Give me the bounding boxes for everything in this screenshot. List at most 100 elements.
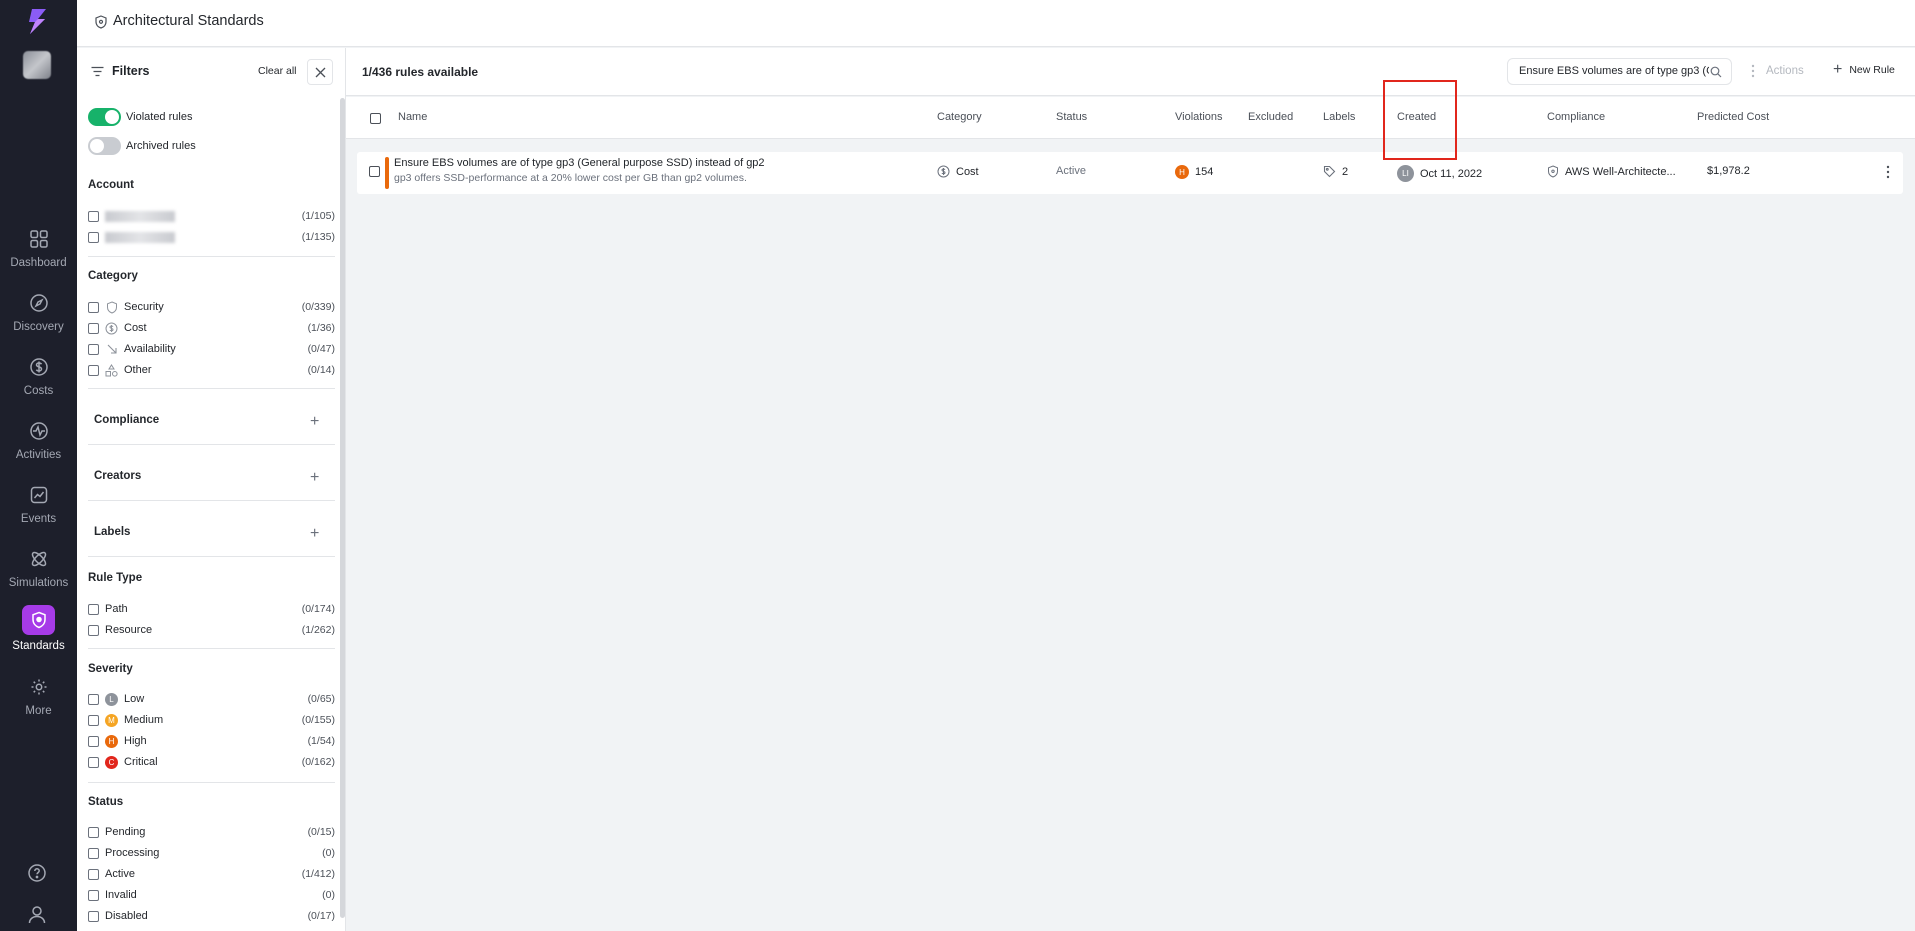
violated-rules-toggle[interactable]	[88, 108, 121, 126]
category-checkbox[interactable]	[88, 301, 99, 313]
nav-more[interactable]: More	[0, 674, 77, 717]
violated-rules-toggle-row[interactable]: Violated rules	[88, 108, 192, 126]
column-status[interactable]: Status	[1056, 111, 1087, 123]
row-checkbox[interactable]	[369, 166, 380, 177]
nav-costs[interactable]: Costs	[0, 354, 77, 397]
new-rule-button[interactable]: + New Rule	[1833, 62, 1895, 78]
expand-compliance-icon[interactable]: +	[310, 414, 319, 430]
nav-standards[interactable]: Standards	[0, 605, 77, 652]
severity-checkbox[interactable]	[88, 714, 99, 726]
status-checkbox[interactable]	[88, 847, 99, 859]
severity-filter-low[interactable]: L Low (0/65)	[88, 691, 335, 707]
category-filter-cost[interactable]: Cost (1/36)	[88, 320, 335, 336]
select-all-checkbox[interactable]	[370, 113, 381, 124]
status-filter-invalid[interactable]: Invalid (0)	[88, 887, 335, 903]
severity-count: (0/65)	[307, 693, 335, 705]
category-filter-other[interactable]: Other (0/14)	[88, 362, 335, 378]
filters-scrollbar[interactable]	[340, 98, 345, 918]
severity-filter-high[interactable]: H High (1/54)	[88, 733, 335, 749]
nav-events[interactable]: Events	[0, 482, 77, 525]
expand-labels-icon[interactable]: +	[310, 526, 319, 542]
nav-activities[interactable]: Activities	[0, 418, 77, 461]
more-vertical-icon[interactable]	[1751, 64, 1755, 78]
account-checkbox[interactable]	[88, 210, 99, 222]
archived-rules-toggle[interactable]	[88, 137, 121, 155]
nav-simulations-label: Simulations	[8, 577, 69, 589]
user-icon[interactable]	[26, 903, 48, 925]
severity-checkbox[interactable]	[88, 756, 99, 768]
close-icon	[315, 67, 325, 77]
column-labels[interactable]: Labels	[1323, 111, 1355, 123]
category-filter-availability[interactable]: Availability (0/47)	[88, 341, 335, 357]
nav-costs-label: Costs	[23, 385, 54, 397]
category-checkbox[interactable]	[88, 364, 99, 376]
table-row[interactable]: Ensure EBS volumes are of type gp3 (Gene…	[357, 152, 1903, 194]
rule-violations[interactable]: H 154	[1175, 165, 1213, 179]
category-label: Security	[124, 301, 164, 313]
status-filter-active[interactable]: Active (1/412)	[88, 866, 335, 882]
status-count: (0)	[322, 889, 335, 901]
status-checkbox[interactable]	[88, 868, 99, 880]
status-filter-disabled[interactable]: Disabled (0/17)	[88, 908, 335, 924]
archived-rules-toggle-row[interactable]: Archived rules	[88, 137, 196, 155]
severity-filter-critical[interactable]: C Critical (0/162)	[88, 754, 335, 770]
labels-section-title[interactable]: Labels	[94, 526, 130, 538]
compliance-section-title[interactable]: Compliance	[94, 414, 159, 426]
rule-type-checkbox[interactable]	[88, 624, 99, 636]
rule-type-label: Path	[105, 603, 128, 615]
rule-type-count: (1/262)	[301, 624, 335, 636]
severity-checkbox[interactable]	[88, 735, 99, 747]
severity-checkbox[interactable]	[88, 693, 99, 705]
category-checkbox[interactable]	[88, 322, 99, 334]
expand-creators-icon[interactable]: +	[310, 470, 319, 486]
rule-name[interactable]: Ensure EBS volumes are of type gp3 (Gene…	[394, 157, 765, 169]
account-name-redacted	[105, 210, 175, 222]
category-label: Other	[124, 364, 152, 376]
status-label: Pending	[105, 826, 146, 838]
account-checkbox[interactable]	[88, 231, 99, 243]
status-filter-pending[interactable]: Pending (0/15)	[88, 824, 335, 840]
help-icon[interactable]	[26, 862, 48, 884]
compliance-label: AWS Well-Architecte...	[1565, 165, 1676, 178]
nav-discovery[interactable]: Discovery	[0, 290, 77, 333]
column-predicted-cost[interactable]: Predicted Cost	[1697, 111, 1769, 123]
account-count: (1/135)	[301, 231, 335, 243]
status-checkbox[interactable]	[88, 889, 99, 901]
status-checkbox[interactable]	[88, 826, 99, 838]
column-excluded[interactable]: Excluded	[1248, 111, 1293, 123]
category-checkbox[interactable]	[88, 343, 99, 355]
status-filter-processing[interactable]: Processing (0)	[88, 845, 335, 861]
rule-type-filter-path[interactable]: Path (0/174)	[88, 601, 335, 617]
actions-button[interactable]: Actions	[1766, 65, 1804, 77]
search-input[interactable]	[1519, 65, 1709, 77]
column-category[interactable]: Category	[937, 111, 982, 123]
nav-simulations[interactable]: Simulations	[0, 546, 77, 589]
lightning-logo-icon[interactable]	[24, 6, 52, 36]
workspace-avatar[interactable]	[23, 51, 51, 79]
account-filter-item[interactable]: (1/105)	[88, 208, 335, 224]
column-violations[interactable]: Violations	[1175, 111, 1223, 123]
close-filters-button[interactable]	[307, 59, 333, 85]
column-name[interactable]: Name	[398, 111, 427, 123]
rule-type-filter-resource[interactable]: Resource (1/262)	[88, 622, 335, 638]
rule-labels[interactable]: 2	[1323, 165, 1348, 178]
severity-indicator-bar	[385, 157, 389, 189]
creators-section-title[interactable]: Creators	[94, 470, 141, 482]
account-filter-item[interactable]: (1/135)	[88, 229, 335, 245]
status-checkbox[interactable]	[88, 910, 99, 922]
search-box[interactable]	[1507, 58, 1732, 85]
rule-compliance[interactable]: AWS Well-Architecte...	[1547, 165, 1676, 178]
search-icon[interactable]	[1710, 66, 1722, 78]
severity-label: High	[124, 735, 147, 747]
column-created[interactable]: Created	[1397, 111, 1436, 123]
labels-count: 2	[1342, 165, 1349, 178]
rule-type-checkbox[interactable]	[88, 603, 99, 615]
more-vertical-icon[interactable]	[1886, 165, 1890, 179]
creator-avatar: LI	[1397, 165, 1414, 182]
severity-filter-medium[interactable]: M Medium (0/155)	[88, 712, 335, 728]
column-compliance[interactable]: Compliance	[1547, 111, 1605, 123]
clear-all-button[interactable]: Clear all	[258, 65, 297, 77]
gear-icon	[31, 679, 46, 695]
nav-dashboard[interactable]: Dashboard	[0, 226, 77, 269]
category-filter-security[interactable]: Security (0/339)	[88, 299, 335, 315]
